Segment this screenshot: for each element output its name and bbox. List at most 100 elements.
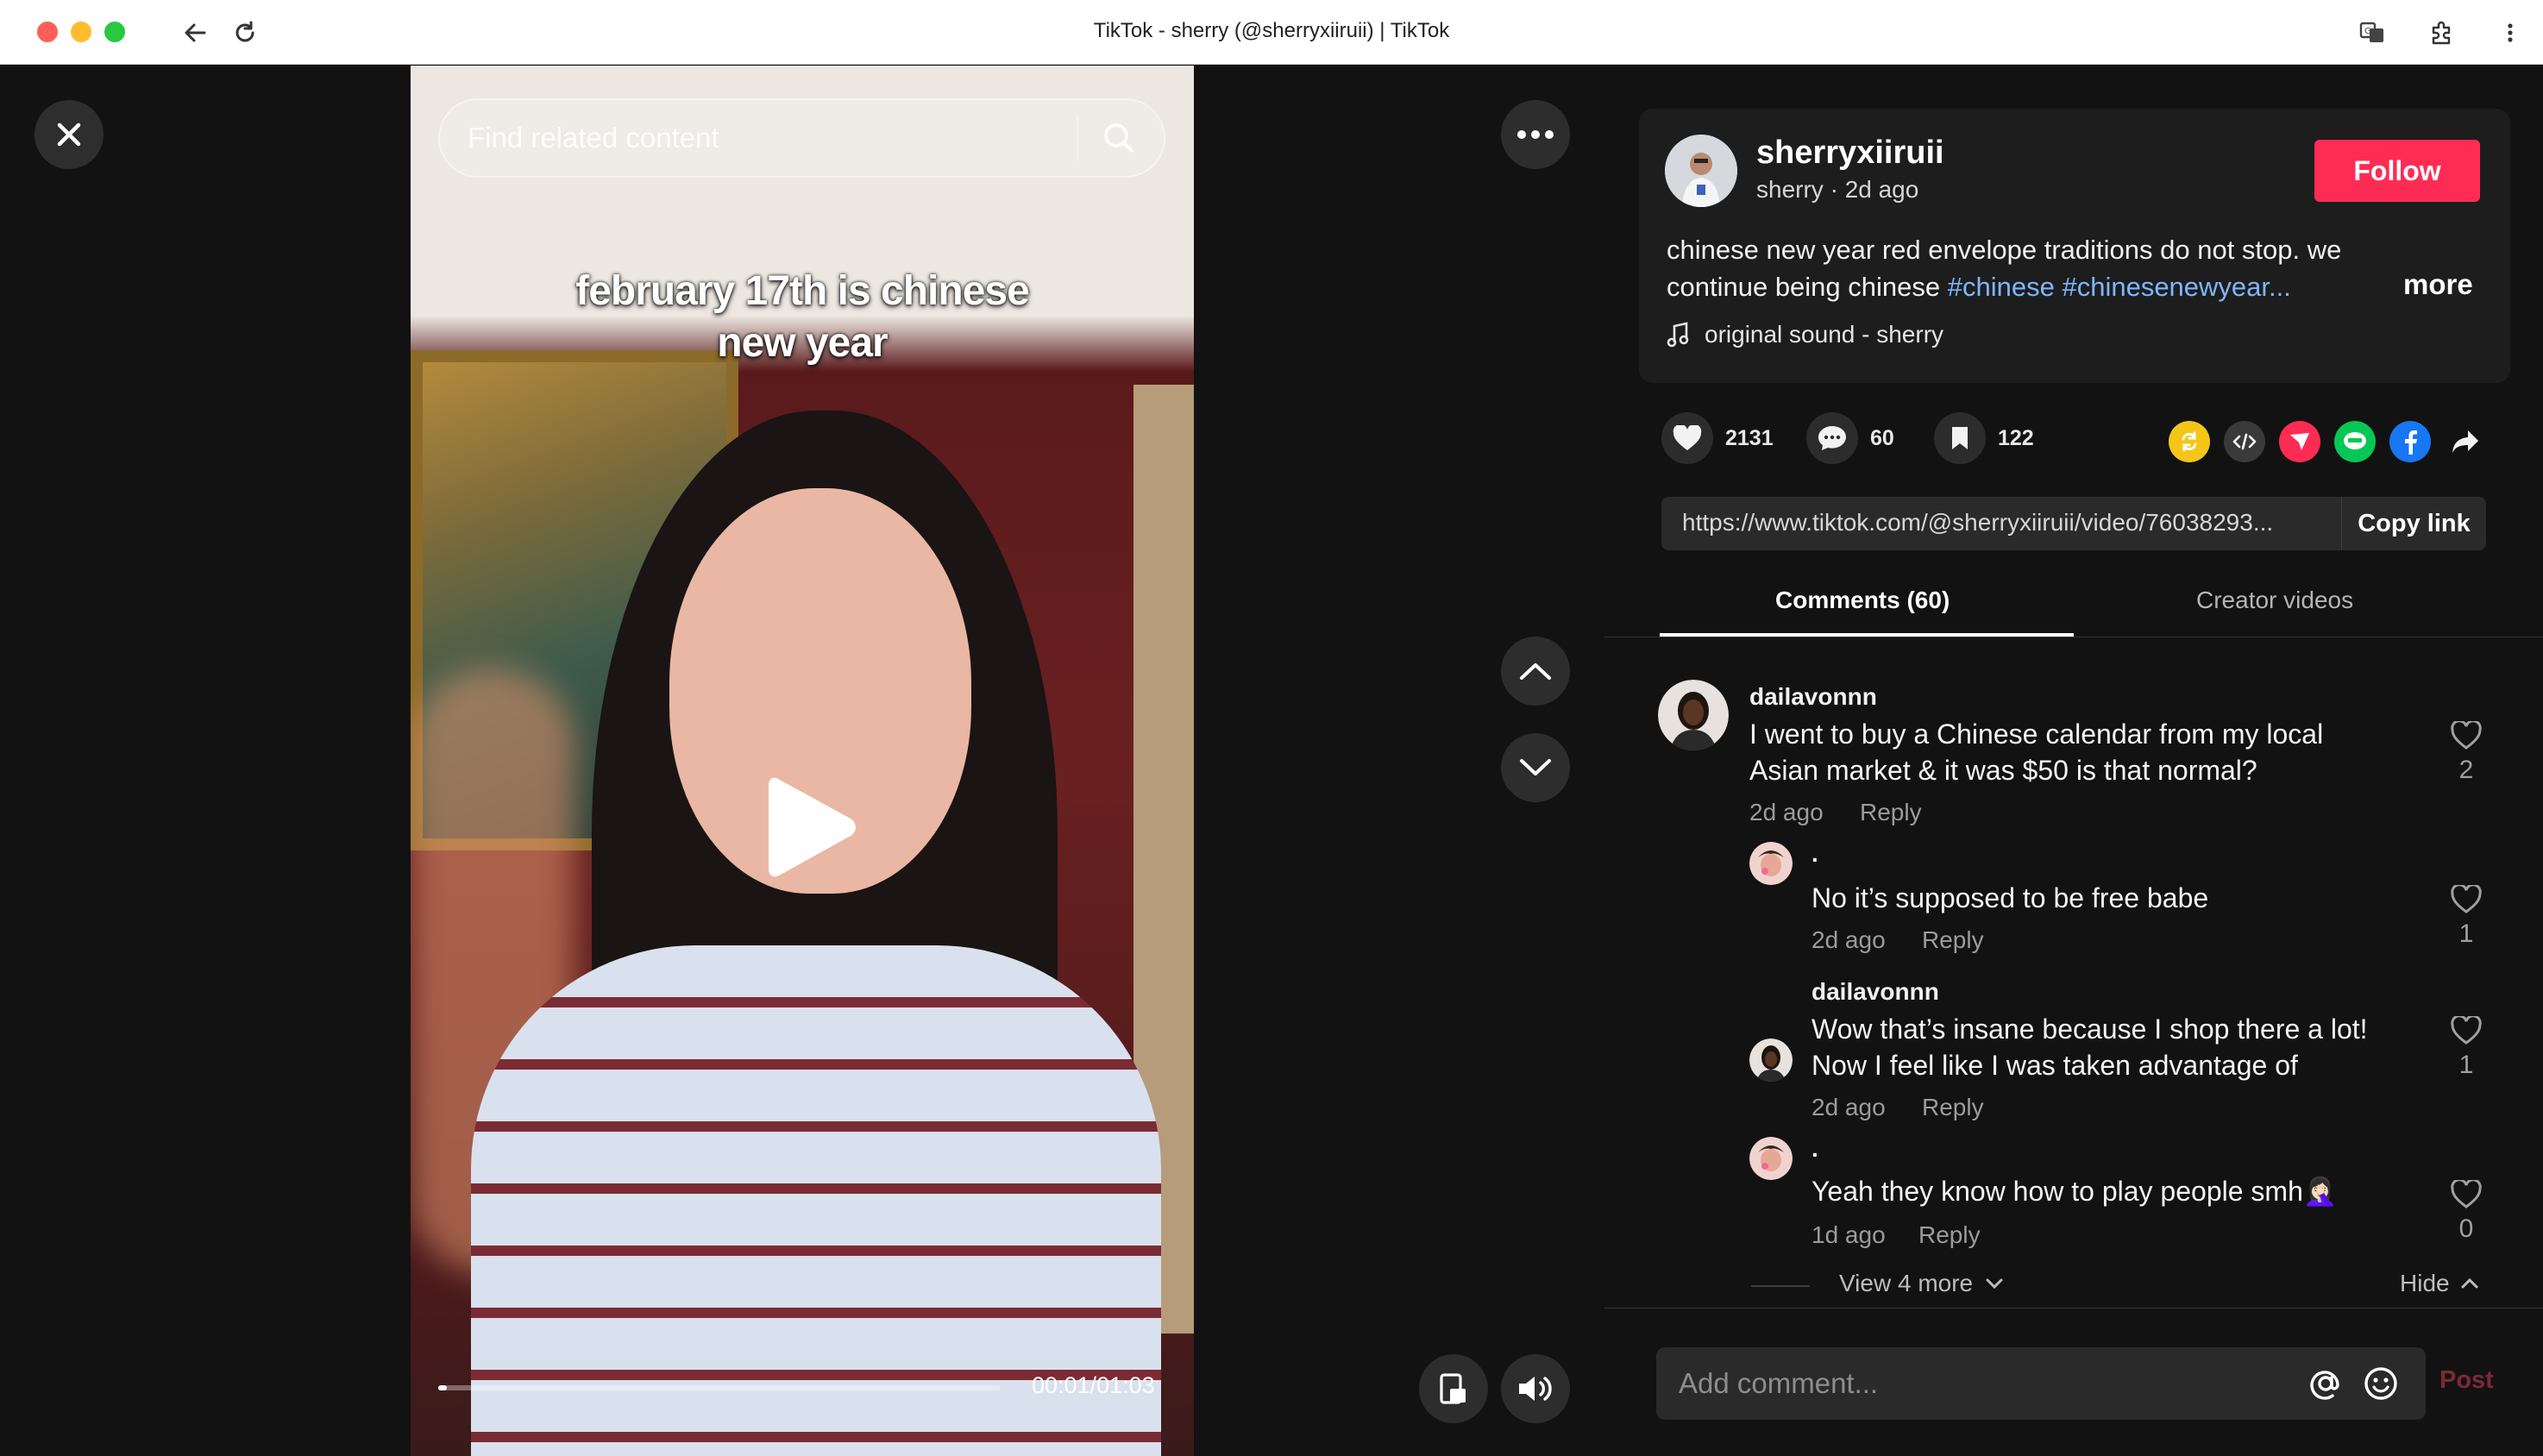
search-icon <box>1104 123 1133 153</box>
save-action[interactable]: 122 <box>1934 412 2034 464</box>
like-button[interactable] <box>1661 412 1713 464</box>
reply-reply-button[interactable]: Reply <box>1918 1221 1981 1249</box>
copy-link-button[interactable]: Copy link <box>2341 497 2486 550</box>
reply-username[interactable]: . <box>1811 840 1818 868</box>
chevron-down-icon <box>1520 759 1551 775</box>
post-description-line2: continue being chinese #chinese #chinese… <box>1667 268 2426 305</box>
facebook-share-icon[interactable] <box>2389 421 2431 462</box>
follow-button[interactable]: Follow <box>2314 140 2480 202</box>
reply-username[interactable]: . <box>1811 1135 1818 1163</box>
bookmark-icon <box>1952 427 1968 449</box>
page-content: february 17th is chinese new year 00:01/… <box>0 66 2543 1456</box>
composer-divider <box>1604 1308 2543 1309</box>
reply-text-line1: Wow that’s insane because I shop there a… <box>1811 1014 2368 1045</box>
floating-player-button[interactable] <box>1419 1354 1488 1423</box>
hashtag-chinesenewyear[interactable]: #chinesenewyear... <box>2062 272 2290 302</box>
video-caption-line2: new year <box>717 320 888 366</box>
comment-button[interactable] <box>1806 412 1858 464</box>
more-dots-icon <box>1517 130 1554 139</box>
line-share-icon[interactable] <box>2334 421 2376 462</box>
post-comment-button[interactable]: Post <box>2439 1366 2494 1395</box>
reply-like-count: 1 <box>2458 1051 2474 1079</box>
send-to-friends-icon[interactable] <box>2279 421 2320 462</box>
author-meta-separator: · <box>1823 176 1845 203</box>
reply-like[interactable]: 0 <box>2445 1180 2488 1244</box>
music-note-icon <box>1667 322 1689 348</box>
tab-comments[interactable]: Comments (60) <box>1775 587 1950 614</box>
comment-like[interactable]: 2 <box>2445 721 2488 785</box>
browser-menu-icon[interactable] <box>2493 16 2527 50</box>
at-sign-icon <box>2310 1371 2339 1400</box>
author-avatar[interactable] <box>1665 135 1737 207</box>
sound-name: original sound - sherry <box>1705 321 1944 348</box>
description-more-link[interactable]: more <box>2403 268 2473 301</box>
play-button[interactable] <box>759 771 863 883</box>
comment-time: 2d ago <box>1749 799 1824 825</box>
hide-replies-button[interactable]: Hide <box>2400 1270 2479 1297</box>
close-icon <box>57 122 81 147</box>
related-search-box <box>438 98 1165 178</box>
reply-avatar[interactable] <box>1749 842 1793 885</box>
reply-avatar[interactable] <box>1749 1137 1793 1180</box>
comment-bubble-icon <box>1818 426 1846 450</box>
previous-video-button[interactable] <box>1501 637 1570 706</box>
reply-time: 2d ago <box>1811 926 1886 953</box>
reply-like[interactable]: 1 <box>2445 885 2488 949</box>
reply-text: No it’s supposed to be free babe <box>1811 882 2209 913</box>
hashtag-chinese[interactable]: #chinese <box>1948 272 2055 302</box>
video-progress-bar[interactable] <box>438 1385 1001 1390</box>
tab-creator-videos[interactable]: Creator videos <box>2196 587 2353 614</box>
reply-avatar[interactable] <box>1749 1039 1793 1082</box>
more-options-button[interactable] <box>1501 100 1570 169</box>
reply-username[interactable]: dailavonnn <box>1811 978 1939 1006</box>
author-username[interactable]: sherryxiiruii <box>1756 135 1944 172</box>
comment-reply-button[interactable]: Reply <box>1860 799 1922 826</box>
extensions-puzzle-icon[interactable] <box>2424 16 2458 50</box>
browser-titlebar: TikTok - sherry (@sherryxiiruii) | TikTo… <box>0 0 2543 65</box>
volume-button[interactable] <box>1501 1354 1570 1423</box>
search-button[interactable] <box>1089 110 1149 166</box>
save-count: 122 <box>1998 425 2034 450</box>
post-time: 2d ago <box>1844 176 1919 203</box>
comment-like-count: 2 <box>2458 756 2474 784</box>
search-divider <box>1077 116 1078 160</box>
like-action[interactable]: 2131 <box>1661 412 1774 464</box>
author-nickname: sherry <box>1756 176 1824 203</box>
comment-input[interactable] <box>1679 1347 2300 1420</box>
next-video-button[interactable] <box>1501 733 1570 802</box>
close-video-button[interactable] <box>35 100 104 169</box>
video-caption-line1: february 17th is chinese <box>575 268 1030 314</box>
reply-reply-button[interactable]: Reply <box>1922 926 1984 954</box>
comment-avatar[interactable] <box>1658 680 1729 750</box>
comment-username[interactable]: dailavonnn <box>1749 683 1877 711</box>
embed-code-icon[interactable] <box>2224 421 2265 462</box>
heart-outline-icon <box>2451 721 2482 750</box>
emoji-button[interactable] <box>2360 1363 2402 1404</box>
translate-icon[interactable]: G <box>2355 16 2389 50</box>
repost-icon[interactable] <box>2169 421 2210 462</box>
svg-text:G: G <box>2364 27 2371 36</box>
reply-text: Wow that’s insane because I shop there a… <box>1811 1011 2415 1083</box>
related-search-input[interactable] <box>468 100 1054 176</box>
comment-action[interactable]: 60 <box>1806 412 1894 464</box>
reply-text-line2: Now I feel like I was taken advantage of <box>1811 1050 2298 1081</box>
video-caption: february 17th is chinese new year <box>411 266 1194 369</box>
post-description-text: continue being chinese <box>1667 272 1948 302</box>
share-link-box: https://www.tiktok.com/@sherryxiiruii/vi… <box>1661 497 2486 550</box>
view-more-label: View 4 more <box>1839 1270 1974 1296</box>
share-arrow-icon[interactable] <box>2445 421 2486 462</box>
video-pane: february 17th is chinese new year 00:01/… <box>0 66 1604 1456</box>
comment-text-line2: Asian market & it was $50 is that normal… <box>1749 755 2257 786</box>
reply-text: Yeah they know how to play people smh🤦🏻‍… <box>1811 1176 2338 1207</box>
reply-like[interactable]: 1 <box>2445 1016 2488 1080</box>
reply-reply-button[interactable]: Reply <box>1922 1094 1984 1121</box>
save-button[interactable] <box>1934 412 1986 464</box>
sound-link[interactable]: original sound - sherry <box>1667 321 1943 348</box>
mention-button[interactable] <box>2305 1363 2346 1404</box>
window-title: TikTok - sherry (@sherryxiiruii) | TikTo… <box>1093 19 1450 42</box>
chevron-down-icon <box>1986 1278 2003 1290</box>
comment-text-line1: I went to buy a Chinese calendar from my… <box>1749 719 2324 750</box>
share-link-text[interactable]: https://www.tiktok.com/@sherryxiiruii/vi… <box>1682 509 2338 537</box>
reply-like-count: 0 <box>2458 1214 2474 1243</box>
view-more-replies-button[interactable]: View 4 more <box>1839 1270 2004 1297</box>
